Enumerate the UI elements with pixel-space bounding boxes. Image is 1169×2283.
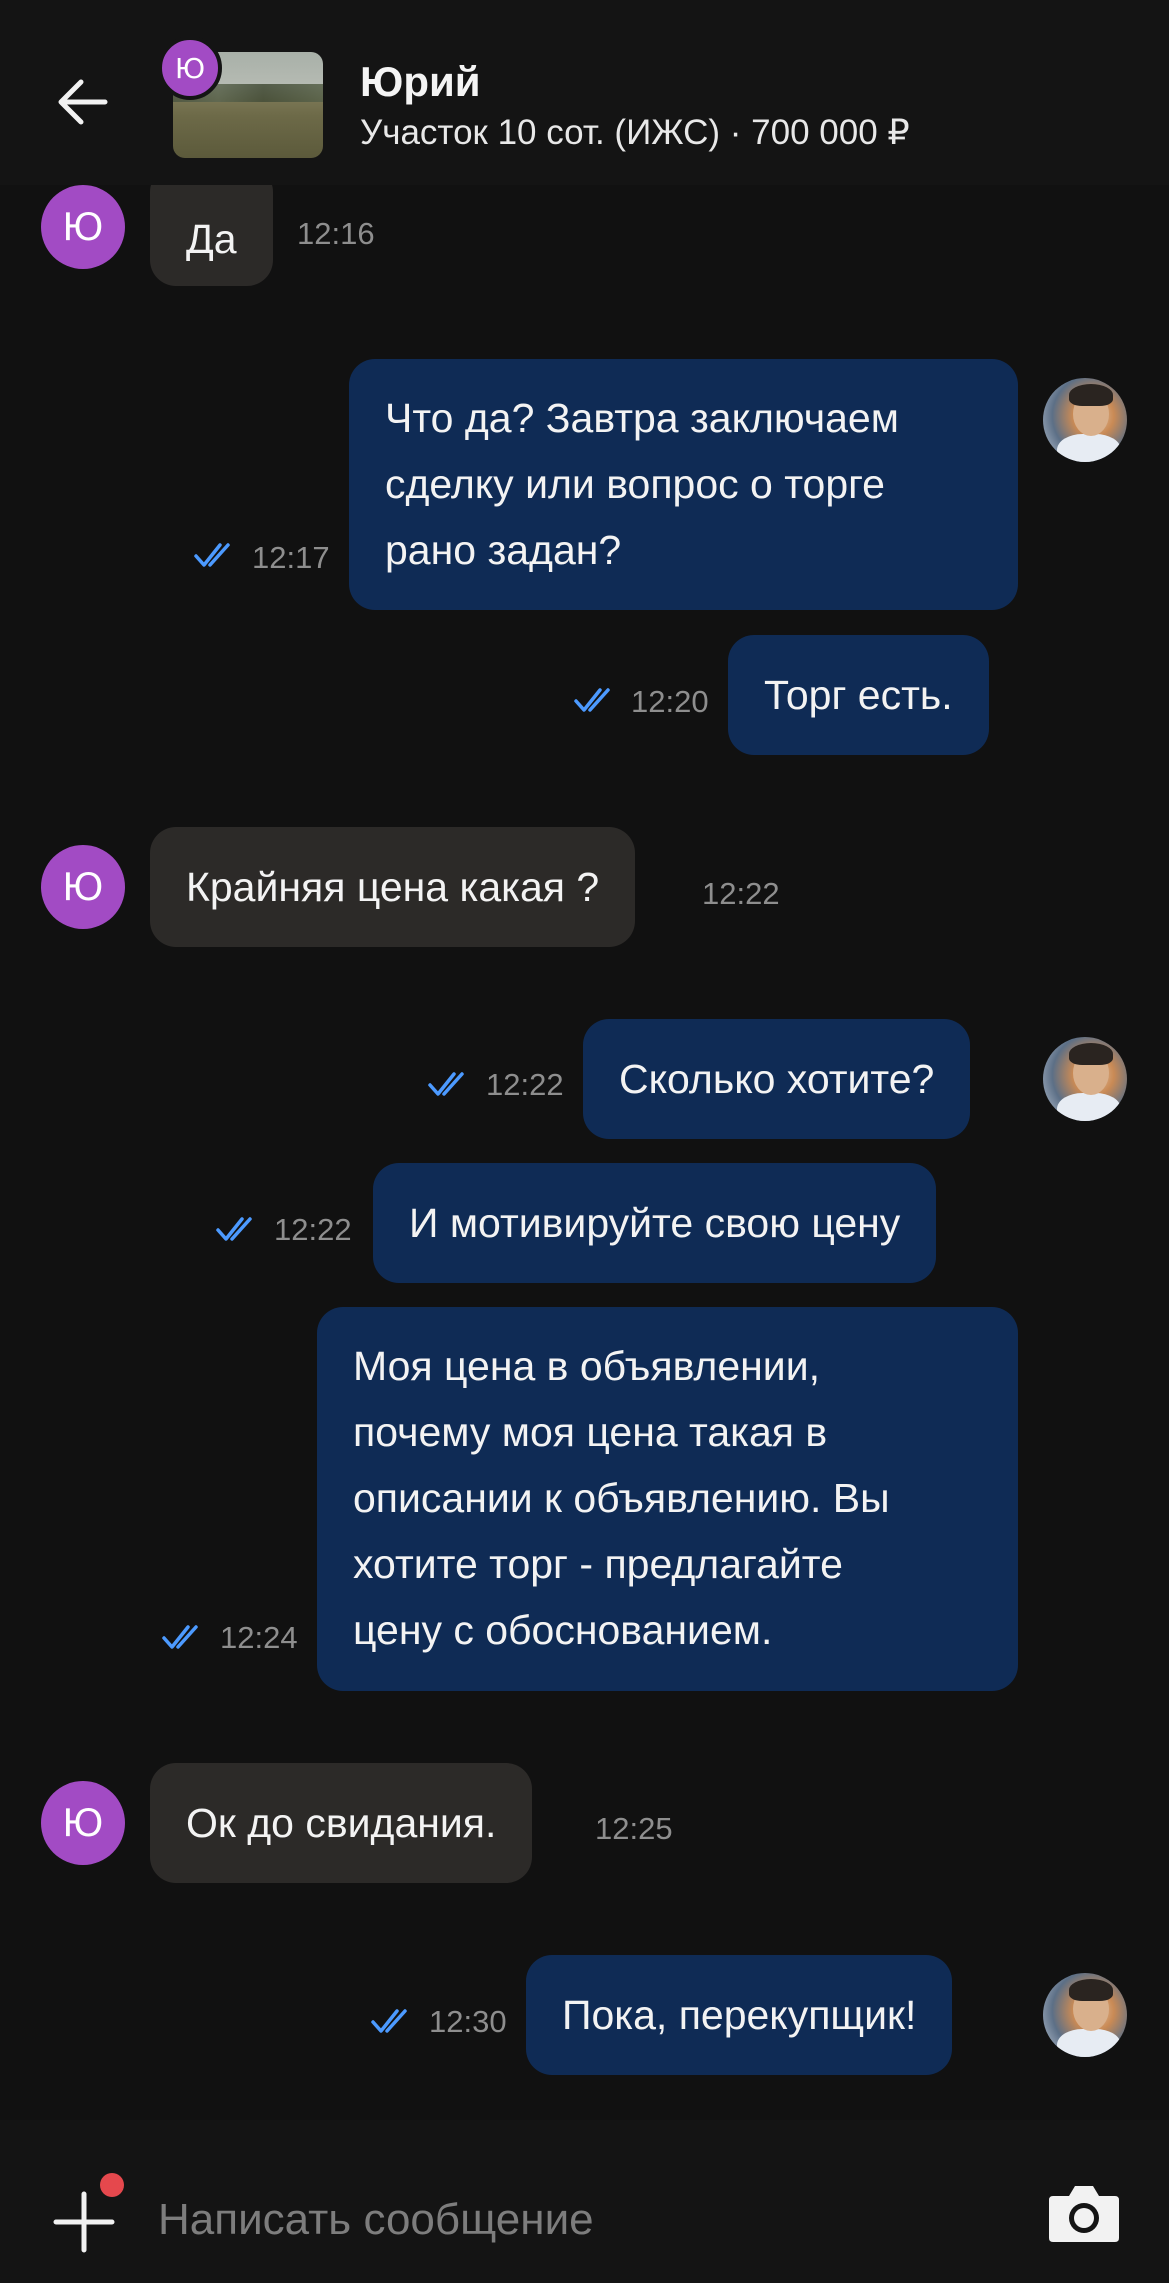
message-time: 12:22 <box>702 876 780 911</box>
message-time: 12:24 <box>220 1620 298 1655</box>
user-avatar[interactable] <box>1043 1037 1127 1121</box>
message-bubble-outgoing[interactable]: Сколько хотите? <box>583 1019 971 1139</box>
message-time: 12:16 <box>297 216 375 251</box>
message-bubble-outgoing[interactable]: Моя цена в объявлении, почему моя цена т… <box>317 1307 1018 1691</box>
message-bubble-outgoing[interactable]: И мотивируйте свою цену <box>373 1163 937 1283</box>
arrow-left-icon <box>58 79 108 125</box>
message-time: 12:22 <box>274 1212 352 1247</box>
message-time: 12:25 <box>595 1811 673 1846</box>
back-button[interactable] <box>50 70 114 134</box>
message-bubble-outgoing[interactable]: Что да? Завтра заключаем сделку или вопр… <box>349 359 1018 610</box>
double-check-icon <box>574 688 610 712</box>
message-bubble-outgoing[interactable]: Торг есть. <box>728 635 989 755</box>
message-time: 12:20 <box>631 684 709 719</box>
message-time: 12:17 <box>252 540 330 575</box>
double-check-icon <box>194 543 230 567</box>
seller-avatar-badge: Ю <box>158 36 222 100</box>
message-bubble-incoming[interactable]: Крайняя цена какая ? <box>150 827 636 947</box>
double-check-icon <box>428 1072 464 1096</box>
camera-icon[interactable] <box>1047 2180 1121 2246</box>
contact-name[interactable]: Юрий <box>360 58 481 106</box>
double-check-icon <box>162 1625 198 1649</box>
message-time: 12:30 <box>429 2004 507 2039</box>
message-time: 12:22 <box>486 1067 564 1102</box>
plus-icon[interactable] <box>50 2188 118 2256</box>
seller-avatar[interactable]: Ю <box>41 185 125 269</box>
message-bubble-outgoing[interactable]: Пока, перекупщик! <box>526 1955 953 2075</box>
seller-avatar[interactable]: Ю <box>41 845 125 929</box>
seller-avatar[interactable]: Ю <box>41 1781 125 1865</box>
double-check-icon <box>216 1217 252 1241</box>
double-check-icon <box>371 2009 407 2033</box>
user-avatar[interactable] <box>1043 378 1127 462</box>
notification-dot <box>100 2173 124 2197</box>
listing-title[interactable]: Участок 10 сот. (ИЖС) · 700 000 ₽ <box>360 113 910 153</box>
message-bubble-incoming[interactable]: Ок до свидания. <box>150 1763 533 1883</box>
message-input[interactable] <box>158 2186 1018 2254</box>
user-avatar[interactable] <box>1043 1973 1127 2057</box>
chat-header: Ю Юрий Участок 10 сот. (ИЖС) · 700 000 ₽ <box>0 0 1169 185</box>
